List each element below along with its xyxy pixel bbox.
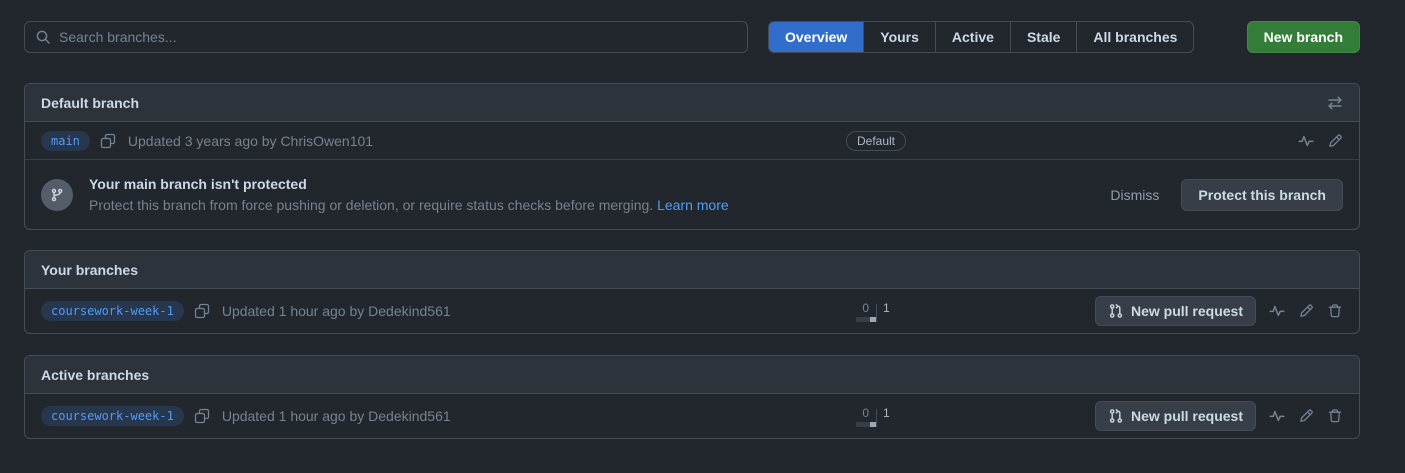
copy-icon [194, 303, 210, 319]
new-pull-request-button[interactable]: New pull request [1095, 401, 1256, 431]
rename-branch-button[interactable] [1298, 303, 1314, 319]
dismiss-link[interactable]: Dismiss [1110, 187, 1159, 203]
pulse-icon [1298, 133, 1314, 149]
your-branches-header: Your branches [25, 251, 1359, 289]
branch-activity-button[interactable] [1269, 408, 1285, 424]
pencil-icon [1298, 408, 1314, 424]
tab-stale[interactable]: Stale [1010, 22, 1076, 52]
your-branches-title: Your branches [41, 262, 138, 278]
behind-count: 0 [848, 406, 876, 420]
pulse-icon [1269, 408, 1285, 424]
your-branches-panel: Your branches coursework-week-1 Updated … [24, 250, 1360, 334]
protection-description: Protect this branch from force pushing o… [89, 197, 729, 213]
copy-branch-name-button[interactable] [194, 303, 210, 319]
tab-active[interactable]: Active [935, 22, 1010, 52]
ahead-count: 1 [876, 301, 904, 315]
new-branch-button[interactable]: New branch [1247, 21, 1360, 53]
delete-branch-button[interactable] [1327, 303, 1343, 319]
protection-title: Your main branch isn't protected [89, 176, 729, 192]
ahead-behind-counter: 01 [848, 406, 904, 427]
arrow-switch-icon [1327, 95, 1343, 111]
branch-name-link[interactable]: coursework-week-1 [41, 406, 184, 426]
copy-branch-name-button[interactable] [100, 133, 116, 149]
branch-activity-button[interactable] [1269, 303, 1285, 319]
active-branches-panel: Active branches coursework-week-1 Update… [24, 355, 1360, 439]
search-icon [35, 29, 51, 45]
default-branch-header: Default branch [25, 84, 1359, 122]
tab-overview[interactable]: Overview [769, 22, 863, 52]
learn-more-link[interactable]: Learn more [657, 197, 729, 213]
branch-protection-banner: Your main branch isn't protected Protect… [25, 159, 1359, 229]
branch-filter-tabs: Overview Yours Active Stale All branches [768, 21, 1194, 53]
toolbar: Overview Yours Active Stale All branches… [24, 21, 1360, 53]
search-box[interactable] [24, 21, 748, 53]
tab-all-branches[interactable]: All branches [1076, 22, 1193, 52]
behind-count: 0 [848, 301, 876, 315]
default-badge: Default [846, 131, 906, 151]
ahead-count: 1 [876, 406, 904, 420]
active-branches-title: Active branches [41, 367, 149, 383]
rename-branch-button[interactable] [1298, 408, 1314, 424]
default-branch-row: main Updated 3 years ago by ChrisOwen101… [25, 122, 1359, 159]
git-pull-request-icon [1108, 408, 1124, 424]
pencil-icon [1327, 133, 1343, 149]
active-branch-row: coursework-week-1 Updated 1 hour ago by … [25, 394, 1359, 438]
your-branch-row: coursework-week-1 Updated 1 hour ago by … [25, 289, 1359, 333]
trash-icon [1327, 303, 1343, 319]
git-pull-request-icon [1108, 303, 1124, 319]
copy-branch-name-button[interactable] [194, 408, 210, 424]
new-pull-request-button[interactable]: New pull request [1095, 296, 1256, 326]
branch-updated-text: Updated 1 hour ago by Dedekind561 [222, 408, 451, 424]
branch-updated-text: Updated 1 hour ago by Dedekind561 [222, 303, 451, 319]
branch-name-link[interactable]: main [41, 131, 90, 151]
active-branches-header: Active branches [25, 356, 1359, 394]
git-branch-icon [49, 187, 65, 203]
rename-branch-button[interactable] [1327, 133, 1343, 149]
trash-icon [1327, 408, 1343, 424]
pencil-icon [1298, 303, 1314, 319]
search-input[interactable] [59, 29, 737, 45]
branch-activity-button[interactable] [1298, 133, 1314, 149]
tab-yours[interactable]: Yours [863, 22, 935, 52]
copy-icon [100, 133, 116, 149]
branches-page: Overview Yours Active Stale All branches… [24, 21, 1360, 439]
protect-branch-button[interactable]: Protect this branch [1181, 179, 1343, 211]
branch-name-link[interactable]: coursework-week-1 [41, 301, 184, 321]
pulse-icon [1269, 303, 1285, 319]
branch-updated-text: Updated 3 years ago by ChrisOwen101 [128, 133, 373, 149]
change-default-branch-button[interactable] [1327, 95, 1343, 111]
delete-branch-button[interactable] [1327, 408, 1343, 424]
copy-icon [194, 408, 210, 424]
default-branch-panel: Default branch main Updated 3 years ago … [24, 83, 1360, 230]
ahead-behind-counter: 01 [848, 301, 904, 322]
default-branch-title: Default branch [41, 95, 139, 111]
